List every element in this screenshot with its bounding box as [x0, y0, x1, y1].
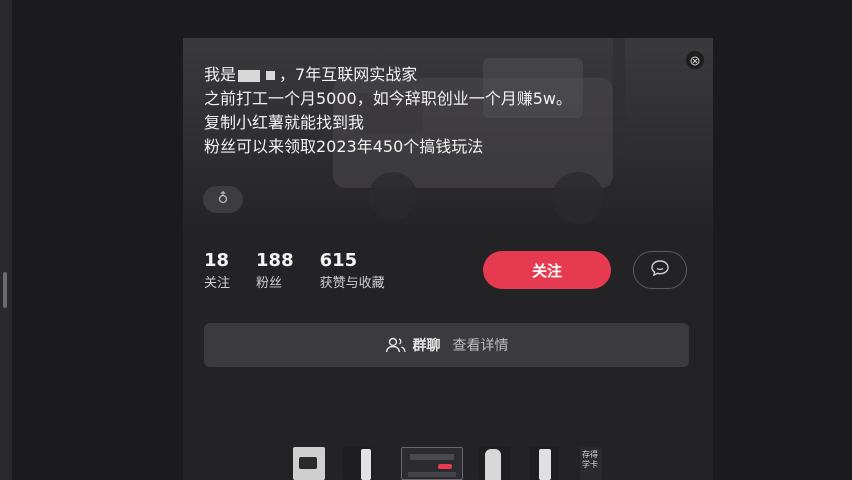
profile-bio: 我是 ，7年互联网实战家 之前打工一个月5000，如今辞职创业一个月赚5w。 复制…: [204, 63, 572, 159]
thumbnail-5[interactable]: [529, 447, 559, 480]
bio-line-3: 复制小红薯就能找到我: [204, 113, 365, 132]
bio-line-1-text: ，7年互联网实战家: [279, 65, 418, 84]
bio-line-4: 粉丝可以来领取2023年450个搞钱玩法: [204, 137, 484, 156]
group-chat-title: 群聊: [412, 338, 441, 354]
thumbnail-2[interactable]: [343, 447, 373, 480]
screen: 我是 ，7年互联网实战家 之前打工一个月5000，如今辞职创业一个月赚5w。 复制…: [0, 0, 852, 480]
thumbnail-6[interactable]: 存得学卡: [580, 447, 602, 480]
profile-panel: 我是 ，7年互联网实战家 之前打工一个月5000，如今辞职创业一个月赚5w。 复制…: [183, 38, 713, 480]
thumbnail-4[interactable]: [479, 447, 511, 480]
followers-count: 188: [256, 250, 294, 271]
group-chat-bar[interactable]: 群聊 查看详情: [204, 323, 689, 367]
chat-bubble-icon: [650, 259, 670, 281]
followers-label: 粉丝: [256, 276, 283, 291]
likes-count: 615: [319, 250, 358, 271]
close-icon: [690, 51, 700, 70]
left-edge-strip: [0, 0, 12, 480]
close-button[interactable]: [686, 51, 704, 69]
thumbnail-3[interactable]: [401, 447, 463, 480]
bio-line-1: 我是 ，7年互联网实战家: [204, 63, 572, 87]
message-button[interactable]: [633, 251, 687, 289]
following-label: 关注: [204, 276, 231, 291]
likes-stat[interactable]: 615 获赞与收藏: [320, 250, 385, 296]
redacted-name-block: [238, 69, 261, 82]
thumbnail-1[interactable]: [293, 447, 325, 480]
view-details-link[interactable]: 查看详情: [453, 335, 509, 355]
bio-line-2: 之前打工一个月5000，如今辞职创业一个月赚5w。: [204, 89, 572, 108]
followers-stat[interactable]: 188 粉丝: [256, 250, 294, 296]
thumbnail-6-text: 存得学卡: [582, 450, 598, 469]
drag-handle[interactable]: [3, 272, 7, 308]
profile-stats: 18 关注 188 粉丝 615 获赞与收藏: [204, 250, 411, 296]
gender-icon: [217, 190, 229, 209]
gender-tag[interactable]: [203, 186, 243, 213]
group-users-icon: [385, 336, 407, 354]
bio-prefix: 我是: [204, 65, 237, 84]
redacted-name-block: [266, 71, 276, 80]
following-count: 18: [204, 250, 230, 271]
following-stat[interactable]: 18 关注: [204, 250, 230, 296]
follow-button[interactable]: 关注: [483, 251, 611, 289]
likes-label: 获赞与收藏: [319, 276, 385, 291]
